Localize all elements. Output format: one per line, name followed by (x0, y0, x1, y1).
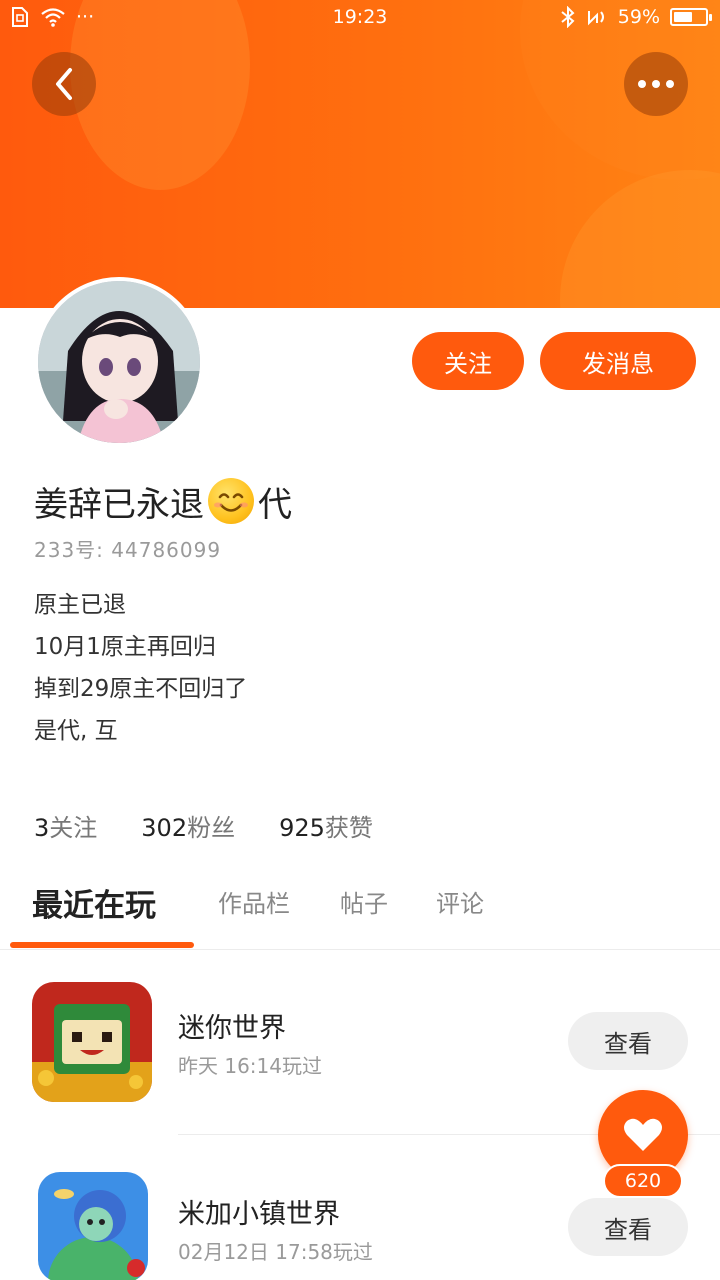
game-last-played: 02月12日 17:58玩过 (178, 1240, 373, 1264)
nfc-icon (587, 11, 604, 26)
game-name: 米加小镇世界 (178, 1199, 340, 1230)
stat-fans[interactable]: 302粉丝 (141, 808, 235, 843)
stat-likes[interactable]: 925获赞 (279, 808, 373, 843)
bio-line: 掉到29原主不回归了 (34, 676, 248, 702)
likes-label: 获赞 (324, 814, 373, 842)
fans-label: 粉丝 (187, 814, 236, 842)
fans-count: 302 (141, 814, 188, 842)
battery-percent: 59% (617, 6, 660, 28)
chevron-left-icon (56, 68, 72, 100)
stat-following[interactable]: 3关注 (34, 808, 97, 843)
follow-button[interactable]: 关注 (412, 332, 524, 390)
send-message-button[interactable]: 发消息 (540, 332, 696, 390)
game-name: 迷你世界 (178, 1013, 286, 1044)
profile-tabs: 最近在玩 作品栏 帖子 评论 (0, 876, 720, 950)
smile-emoji-icon (208, 478, 254, 524)
nickname: 姜辞已永退 代 (34, 476, 292, 526)
profile-banner (0, 0, 720, 308)
user-id: 233号: 44786099 (34, 538, 222, 562)
stats-bar: 3关注 302粉丝 925获赞 (34, 808, 373, 843)
view-game-button[interactable]: 查看 (568, 1012, 688, 1070)
back-button[interactable] (32, 52, 96, 116)
tab-posts[interactable]: 帖子 (340, 884, 388, 919)
following-count: 3 (34, 814, 50, 842)
likes-count: 925 (279, 814, 325, 842)
tab-recent-played[interactable]: 最近在玩 (32, 880, 156, 925)
like-count-badge: 620 (603, 1164, 683, 1198)
game-icon-mini-world (32, 982, 152, 1102)
following-label: 关注 (49, 814, 98, 842)
avatar-image (38, 281, 200, 443)
status-bar: ··· 19:23 59% (0, 0, 720, 36)
view-game-button[interactable]: 查看 (568, 1198, 688, 1256)
battery-icon (670, 8, 712, 26)
bio: 原主已退 10月1原主再回归 掉到29原主不回归了 是代, 互 (34, 584, 247, 752)
game-icon-miga-town (38, 1172, 148, 1280)
game-last-played: 昨天 16:14玩过 (178, 1054, 322, 1078)
avatar[interactable] (34, 277, 204, 447)
active-tab-indicator (10, 942, 194, 948)
nickname-suffix: 代 (258, 484, 292, 525)
nickname-text: 姜辞已永退 (34, 484, 204, 525)
heart-icon (624, 1118, 662, 1151)
bio-line: 是代, 互 (34, 718, 118, 744)
tab-works[interactable]: 作品栏 (218, 884, 290, 919)
bio-line: 10月1原主再回归 (34, 634, 216, 660)
tab-comments[interactable]: 评论 (436, 884, 484, 919)
more-button[interactable] (624, 52, 688, 116)
more-dots-icon (638, 80, 674, 88)
bluetooth-icon (561, 6, 575, 28)
bio-line: 原主已退 (34, 592, 126, 618)
